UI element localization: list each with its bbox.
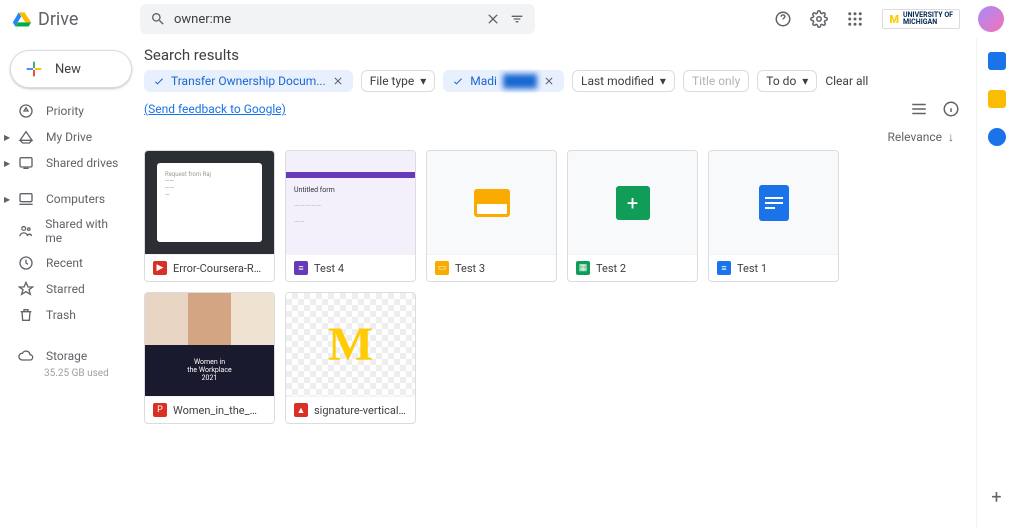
chip-file-type[interactable]: File type▾: [361, 70, 436, 92]
search-icon: [150, 11, 166, 27]
thumbnail: [709, 151, 838, 254]
sidebar: New Priority ▶My Drive ▶Shared drives ▶C…: [0, 38, 138, 528]
nav-computers[interactable]: ▶Computers: [6, 186, 132, 212]
tasks-icon[interactable]: [988, 128, 1006, 146]
main: Search results Transfer Ownership Docum.…: [138, 38, 976, 528]
nav-priority[interactable]: Priority: [6, 98, 132, 124]
shared-drives-icon: [18, 155, 34, 171]
search-input[interactable]: [174, 12, 477, 27]
nav-shared-drives[interactable]: ▶Shared drives: [6, 150, 132, 176]
thumbnail: +: [568, 151, 697, 254]
chip-to-do[interactable]: To do▾: [757, 70, 817, 92]
thumbnail: M: [286, 293, 415, 396]
file-card[interactable]: + ▦Test 2: [567, 150, 698, 282]
check-icon: [452, 75, 464, 87]
org-badge[interactable]: MUNIVERSITY OFMICHIGAN: [882, 9, 960, 29]
forms-icon: ≡: [294, 261, 308, 275]
account-avatar[interactable]: [978, 6, 1004, 32]
sort-selector[interactable]: Relevance↓: [144, 126, 960, 150]
file-card[interactable]: ≡Test 1: [708, 150, 839, 282]
nav-shared-with-me[interactable]: Shared with me: [6, 212, 132, 250]
body: New Priority ▶My Drive ▶Shared drives ▶C…: [0, 38, 1016, 528]
thumbnail: [427, 151, 556, 254]
thumbnail: Request from Raj—————: [145, 151, 274, 254]
calendar-icon[interactable]: [988, 52, 1006, 70]
clear-all-link[interactable]: Clear all: [825, 74, 868, 88]
drive-icon: [12, 9, 32, 29]
arrow-down-icon: ↓: [948, 130, 954, 144]
clear-search-icon[interactable]: [485, 11, 501, 27]
video-icon: ▶: [153, 261, 167, 275]
chevron-down-icon: ▾: [802, 74, 808, 88]
chip-person[interactable]: Madi ████: [443, 70, 564, 92]
add-panel-icon[interactable]: +: [991, 487, 1001, 528]
my-drive-icon: [18, 129, 34, 145]
drive-logo[interactable]: Drive: [12, 9, 132, 30]
file-card[interactable]: M ▲signature-vertical-white.png: [285, 292, 416, 424]
slides-icon: ▭: [435, 261, 449, 275]
thumbnail: Untitled form———————: [286, 151, 415, 254]
nav-recent[interactable]: Recent: [6, 250, 132, 276]
feedback-link[interactable]: (Send feedback to Google): [144, 102, 286, 116]
trash-icon: [18, 307, 34, 323]
file-grid: Request from Raj————— ▶Error-Coursera-Re…: [144, 150, 960, 424]
close-icon[interactable]: [332, 75, 344, 87]
cloud-icon: [18, 348, 34, 364]
filter-chips-row: Transfer Ownership Docum... File type▾ M…: [144, 70, 960, 126]
header-icons: MUNIVERSITY OFMICHIGAN: [774, 6, 1004, 32]
chip-transfer-ownership[interactable]: Transfer Ownership Docum...: [144, 70, 353, 92]
info-icon[interactable]: [942, 100, 960, 118]
docs-icon: ≡: [717, 261, 731, 275]
search-options-icon[interactable]: [509, 11, 525, 27]
apps-icon[interactable]: [846, 10, 864, 28]
search-bar[interactable]: [140, 4, 535, 34]
file-card[interactable]: Request from Raj————— ▶Error-Coursera-Re…: [144, 150, 275, 282]
nav-my-drive[interactable]: ▶My Drive: [6, 124, 132, 150]
priority-icon: [18, 103, 34, 119]
chip-title-only[interactable]: Title only: [683, 70, 749, 92]
computers-icon: [18, 191, 34, 207]
chevron-down-icon: ▾: [660, 74, 666, 88]
file-card[interactable]: ▭Test 3: [426, 150, 557, 282]
thumbnail: Women inthe Workplace2021: [145, 293, 274, 396]
plus-icon: [23, 58, 45, 80]
shared-icon: [18, 223, 33, 239]
file-card[interactable]: Untitled form——————— ≡Test 4: [285, 150, 416, 282]
storage-used: 35.25 GB used: [6, 368, 132, 379]
new-label: New: [55, 62, 81, 77]
header: Drive MUNIVERSITY OFMICHIGAN: [0, 0, 1016, 38]
image-icon: ▲: [294, 403, 308, 417]
page-title: Search results: [144, 46, 960, 64]
side-panel: +: [976, 38, 1016, 528]
nav-starred[interactable]: Starred: [6, 276, 132, 302]
search-wrap: [140, 4, 766, 34]
chevron-down-icon: ▾: [420, 74, 426, 88]
recent-icon: [18, 255, 34, 271]
chip-last-modified[interactable]: Last modified▾: [572, 70, 675, 92]
nav-storage[interactable]: Storage: [6, 342, 132, 368]
sheets-icon: ▦: [576, 261, 590, 275]
close-icon[interactable]: [543, 75, 555, 87]
help-icon[interactable]: [774, 10, 792, 28]
check-icon: [153, 75, 165, 87]
settings-icon[interactable]: [810, 10, 828, 28]
pdf-icon: P: [153, 403, 167, 417]
star-icon: [18, 281, 34, 297]
app-name: Drive: [38, 9, 78, 30]
nav-trash[interactable]: Trash: [6, 302, 132, 328]
file-card[interactable]: Women inthe Workplace2021 PWomen_in_the_…: [144, 292, 275, 424]
new-button[interactable]: New: [10, 50, 132, 88]
keep-icon[interactable]: [988, 90, 1006, 108]
list-view-icon[interactable]: [910, 100, 928, 118]
